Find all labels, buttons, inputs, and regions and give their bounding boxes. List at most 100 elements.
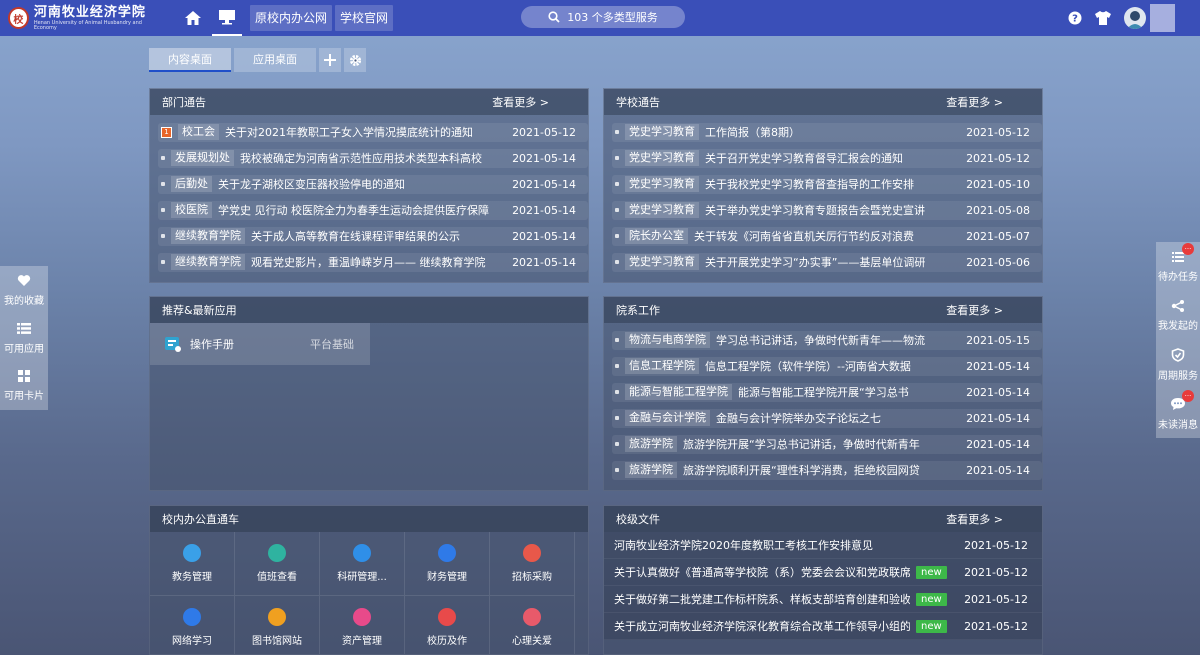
more-link[interactable]: 查看更多 > <box>946 511 1003 527</box>
list-item[interactable]: 旅游学院 旅游学院顺利开展“理性科学消费，拒绝校园网贷 2021-05-14 <box>604 457 1042 483</box>
item-category[interactable]: 党史学习教育 <box>625 150 699 166</box>
item-title[interactable]: 学党史 见行动 校医院全力为春季生运动会提供医疗保障 <box>218 202 510 218</box>
sidebar-item-todo[interactable]: ··· 待办任务 <box>1156 242 1200 291</box>
office-app-item[interactable]: 心理关爱 <box>490 596 575 654</box>
item-category[interactable]: 继续教育学院 <box>171 254 245 270</box>
list-item[interactable]: 金融与会计学院 金融与会计学院举办交子论坛之七 2021-05-14 <box>604 405 1042 431</box>
item-title[interactable]: 旅游学院顺利开展“理性科学消费，拒绝校园网贷 <box>683 462 964 478</box>
office-app-item[interactable]: 教务管理 <box>150 532 235 596</box>
list-item[interactable]: 后勤处 关于龙子湖校区变压器校验停电的通知 2021-05-14 <box>150 171 588 197</box>
office-app-item[interactable]: 科研管理... <box>320 532 405 596</box>
username-block[interactable] <box>1150 4 1175 32</box>
item-category[interactable]: 旅游学院 <box>625 462 677 478</box>
item-category[interactable]: 后勤处 <box>171 176 212 192</box>
item-category[interactable]: 校医院 <box>171 202 212 218</box>
item-category[interactable]: 党史学习教育 <box>625 176 699 192</box>
more-link[interactable]: 查看更多 > <box>946 302 1003 318</box>
file-title[interactable]: 关于认真做好《普通高等学校院（系）党委会会议和党政联席会议 <box>614 564 910 580</box>
item-category[interactable]: 能源与智能工程学院 <box>625 384 732 400</box>
office-app-item[interactable]: 值班查看 <box>235 532 320 596</box>
item-category[interactable]: 党史学习教育 <box>625 202 699 218</box>
sidebar-item-periodic[interactable]: 周期服务 <box>1156 340 1200 389</box>
item-title[interactable]: 关于开展党史学习“办实事”——基层单位调研 <box>705 254 964 270</box>
sidebar-item-initiated[interactable]: 我发起的 <box>1156 291 1200 340</box>
file-date: 2021-05-12 <box>964 619 1028 633</box>
item-title[interactable]: 学习总书记讲话，争做时代新青年——物流 <box>716 332 964 348</box>
list-item[interactable]: 物流与电商学院 学习总书记讲话，争做时代新青年——物流 2021-05-15 <box>604 327 1042 353</box>
item-title[interactable]: 关于对2021年教职工子女入学情况摸底统计的通知 <box>225 124 510 140</box>
item-title[interactable]: 关于我校党史学习教育督查指导的工作安排 <box>705 176 964 192</box>
tab-content-desktop[interactable]: 内容桌面 <box>149 48 231 72</box>
desktop-settings-button[interactable] <box>344 48 366 72</box>
app-item-manual[interactable]: 操作手册 平台基础 <box>150 323 370 365</box>
item-category[interactable]: 院长办公室 <box>625 228 688 244</box>
office-app-item[interactable]: 校历及作 <box>405 596 490 654</box>
home-icon[interactable] <box>178 0 208 36</box>
list-item[interactable]: 发展规划处 我校被确定为河南省示范性应用技术类型本科高校 2021-05-14 <box>150 145 588 171</box>
item-title[interactable]: 旅游学院开展“学习总书记讲话，争做时代新青年 <box>683 436 964 452</box>
list-item[interactable]: 党史学习教育 关于开展党史学习“办实事”——基层单位调研 2021-05-06 <box>604 249 1042 275</box>
list-item[interactable]: 党史学习教育 关于举办党史学习教育专题报告会暨党史宣讲 2021-05-08 <box>604 197 1042 223</box>
item-title[interactable]: 关于龙子湖校区变压器校验停电的通知 <box>218 176 510 192</box>
item-title[interactable]: 我校被确定为河南省示范性应用技术类型本科高校 <box>240 150 510 166</box>
item-category[interactable]: 旅游学院 <box>625 436 677 452</box>
item-category[interactable]: 继续教育学院 <box>171 228 245 244</box>
list-item[interactable]: 信息工程学院 信息工程学院（软件学院）--河南省大数据 2021-05-14 <box>604 353 1042 379</box>
school-logo[interactable]: 校 河南牧业经济学院 Henan University of Animal Hu… <box>8 6 158 31</box>
list-item[interactable]: 党史学习教育 关于召开党史学习教育督导汇报会的通知 2021-05-12 <box>604 145 1042 171</box>
item-category[interactable]: 校工会 <box>178 124 219 140</box>
theme-shirt-icon[interactable] <box>1094 10 1112 26</box>
item-title[interactable]: 工作简报（第8期） <box>705 124 964 140</box>
item-title[interactable]: 能源与智能工程学院开展“学习总书 <box>738 384 964 400</box>
list-item[interactable]: 党史学习教育 工作简报（第8期） 2021-05-12 <box>604 119 1042 145</box>
help-icon[interactable]: ? <box>1068 11 1082 25</box>
list-item[interactable]: 1 校工会 关于对2021年教职工子女入学情况摸底统计的通知 2021-05-12 <box>150 119 588 145</box>
list-item[interactable]: 能源与智能工程学院 能源与智能工程学院开展“学习总书 2021-05-14 <box>604 379 1042 405</box>
file-row[interactable]: 河南牧业经济学院2020年度教职工考核工作安排意见 2021-05-12 <box>604 532 1042 559</box>
list-item[interactable]: 院长办公室 关于转发《河南省省直机关厉行节约反对浪费 2021-05-07 <box>604 223 1042 249</box>
sidebar-item-cards[interactable]: 可用卡片 <box>0 362 48 410</box>
add-desktop-button[interactable] <box>319 48 341 72</box>
item-category[interactable]: 物流与电商学院 <box>625 332 710 348</box>
tab-app-desktop[interactable]: 应用桌面 <box>234 48 316 72</box>
list-item[interactable]: 继续教育学院 关于成人高等教育在线课程评审结果的公示 2021-05-14 <box>150 223 588 249</box>
item-title[interactable]: 关于转发《河南省省直机关厉行节约反对浪费 <box>694 228 964 244</box>
school-site-link[interactable]: 学校官网 <box>335 5 394 31</box>
office-app-item[interactable]: 网络学习 <box>150 596 235 654</box>
item-category[interactable]: 信息工程学院 <box>625 358 699 374</box>
item-title[interactable]: 关于举办党史学习教育专题报告会暨党史宣讲 <box>705 202 964 218</box>
item-category[interactable]: 党史学习教育 <box>625 124 699 140</box>
old-office-link[interactable]: 原校内办公网 <box>250 5 333 31</box>
item-category[interactable]: 党史学习教育 <box>625 254 699 270</box>
sidebar-item-apps[interactable]: 可用应用 <box>0 314 48 362</box>
logo-en-text: Henan University of Animal Husbandry and… <box>33 19 142 31</box>
list-item[interactable]: 党史学习教育 关于我校党史学习教育督查指导的工作安排 2021-05-10 <box>604 171 1042 197</box>
file-title[interactable]: 关于成立河南牧业经济学院深化教育综合改革工作领导小组的通知 <box>614 618 910 634</box>
file-title[interactable]: 河南牧业经济学院2020年度教职工考核工作安排意见 <box>614 537 910 553</box>
office-app-item[interactable]: 图书馆网站 <box>235 596 320 654</box>
sidebar-item-unread[interactable]: ··· 未读消息 <box>1156 389 1200 438</box>
office-app-item[interactable]: 招标采购 <box>490 532 575 596</box>
more-link[interactable]: 查看更多 > <box>946 94 1003 110</box>
file-row[interactable]: 关于认真做好《普通高等学校院（系）党委会会议和党政联席会议 new 2021-05-… <box>604 559 1042 586</box>
list-item[interactable]: 旅游学院 旅游学院开展“学习总书记讲话，争做时代新青年 2021-05-14 <box>604 431 1042 457</box>
item-title[interactable]: 金融与会计学院举办交子论坛之七 <box>716 410 964 426</box>
desktop-icon[interactable] <box>212 0 242 36</box>
file-row[interactable]: 关于成立河南牧业经济学院深化教育综合改革工作领导小组的通知 new 2021-05-… <box>604 613 1042 640</box>
item-category[interactable]: 发展规划处 <box>171 150 234 166</box>
item-category[interactable]: 金融与会计学院 <box>625 410 710 426</box>
item-title[interactable]: 关于召开党史学习教育督导汇报会的通知 <box>705 150 964 166</box>
list-item[interactable]: 校医院 学党史 见行动 校医院全力为春季生运动会提供医疗保障 2021-05-14 <box>150 197 588 223</box>
sidebar-item-favorites[interactable]: 我的收藏 <box>0 266 48 314</box>
item-title[interactable]: 关于成人高等教育在线课程评审结果的公示 <box>251 228 510 244</box>
avatar[interactable] <box>1124 7 1146 29</box>
item-title[interactable]: 信息工程学院（软件学院）--河南省大数据 <box>705 358 964 374</box>
file-row[interactable]: 关于做好第二批党建工作标杆院系、样板支部培育创建和验收工作 new 2021-05-… <box>604 586 1042 613</box>
office-app-item[interactable]: 资产管理 <box>320 596 405 654</box>
service-search[interactable]: 103 个多类型服务 <box>521 6 685 28</box>
more-link[interactable]: 查看更多 > <box>492 94 549 110</box>
item-title[interactable]: 观看党史影片，重温峥嵘岁月—— 继续教育学院 <box>251 254 510 270</box>
office-app-item[interactable]: 财务管理 <box>405 532 490 596</box>
file-title[interactable]: 关于做好第二批党建工作标杆院系、样板支部培育创建和验收工作 <box>614 591 910 607</box>
list-item[interactable]: 继续教育学院 观看党史影片，重温峥嵘岁月—— 继续教育学院 2021-05-14 <box>150 249 588 275</box>
